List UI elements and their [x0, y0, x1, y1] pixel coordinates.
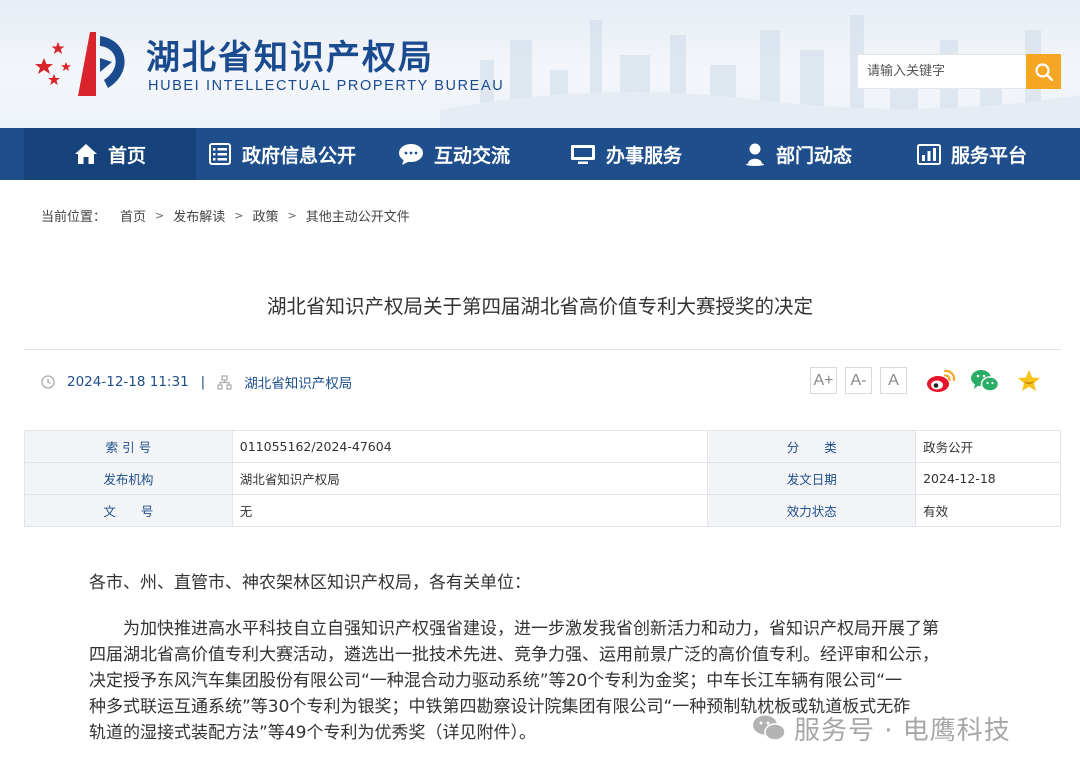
monitor-icon [570, 145, 595, 164]
person-pin-icon [745, 143, 764, 166]
body-line: 四届湖北省高价值专利大赛活动，遴选出一批技术先进、竞争力强、运用前景广泛的高价值… [89, 645, 939, 665]
nav-item-gov-info[interactable]: 政府信息公开 [196, 128, 368, 180]
table-row: 文 号 无 效力状态 有效 [24, 494, 1061, 527]
index-number-value: 011055162/2024-47604 [231, 430, 709, 463]
document-info-table: 索 引 号 011055162/2024-47604 分 类 政务公开 发布机构… [24, 430, 1061, 527]
breadcrumb-release[interactable]: 发布解读 [173, 206, 225, 225]
breadcrumb-separator: > [287, 209, 297, 222]
weibo-share-button[interactable] [926, 366, 956, 396]
favorite-star-icon [1018, 370, 1040, 391]
article-source: 湖北省知识产权局 [244, 376, 353, 392]
breadcrumb-separator: > [155, 209, 165, 222]
issuer-label: 发布机构 [24, 462, 233, 495]
breadcrumb-home[interactable]: 首页 [120, 206, 146, 225]
table-row: 索 引 号 011055162/2024-47604 分 类 政务公开 [24, 430, 1061, 463]
bureau-logo-icon [35, 32, 125, 96]
search-icon [1034, 62, 1053, 81]
document-number-value: 无 [231, 494, 709, 527]
search-button[interactable] [1026, 54, 1061, 89]
font-size-controls: A+ A- A [810, 367, 907, 394]
article-title: 湖北省知识产权局关于第四届湖北省高价值专利大赛授奖的决定 [266, 295, 813, 318]
org-icon [217, 374, 232, 390]
nav-label: 政府信息公开 [241, 144, 356, 167]
publish-datetime: 2024-12-18 11:31 [67, 374, 189, 390]
breadcrumb-prefix: 当前位置： [41, 210, 107, 225]
title-divider [24, 349, 1061, 350]
document-list-icon [208, 143, 231, 165]
wechat-watermark: 服务号 · 电鹰科技 [752, 710, 1011, 746]
search-box [857, 54, 1061, 89]
nav-label: 服务平台 [950, 144, 1027, 167]
chat-bubble-icon [398, 144, 423, 165]
breadcrumb-separator: > [234, 209, 244, 222]
breadcrumb-other-files[interactable]: 其他主动公开文件 [306, 206, 410, 225]
main-nav: 首页 政府信息公开 互动交流 办事服务 部门动态 服务平台 [0, 128, 1080, 180]
home-icon [74, 144, 97, 164]
nav-item-service-platform[interactable]: 服务平台 [884, 128, 1060, 180]
breadcrumb-policy[interactable]: 政策 [252, 206, 278, 225]
nav-item-services[interactable]: 办事服务 [540, 128, 712, 180]
share-bar [926, 366, 1044, 396]
wechat-watermark-icon [753, 715, 786, 741]
article-meta: 2024-12-18 11:31 | 湖北省知识产权局 [41, 370, 352, 394]
nav-item-department-news[interactable]: 部门动态 [712, 128, 884, 180]
index-number-label: 索 引 号 [24, 430, 233, 463]
body-line: 决定授予东风汽车集团股份有限公司“一种混合动力驱动系统”等20个专利为金奖；中车… [89, 671, 903, 691]
nav-item-interaction[interactable]: 互动交流 [368, 128, 540, 180]
site-title[interactable]: 湖北省知识产权局 [146, 30, 434, 79]
issue-date-label: 发文日期 [707, 462, 917, 495]
nav-label: 部门动态 [775, 144, 852, 167]
category-value: 政务公开 [915, 430, 1061, 463]
font-increase-button[interactable]: A+ [810, 367, 837, 394]
bar-chart-icon [916, 144, 941, 165]
nav-item-home[interactable]: 首页 [24, 128, 196, 180]
table-row: 发布机构 湖北省知识产权局 发文日期 2024-12-18 [24, 462, 1061, 495]
wechat-share-button[interactable] [970, 366, 1000, 396]
weibo-icon [927, 369, 956, 392]
watermark-text: 服务号 · 电鹰科技 [794, 715, 1011, 746]
validity-status-value: 有效 [915, 494, 1061, 527]
clock-icon [41, 375, 55, 389]
validity-status-label: 效力状态 [707, 494, 917, 527]
meta-separator: | [200, 374, 206, 390]
font-decrease-button[interactable]: A- [845, 367, 872, 394]
search-input[interactable] [858, 55, 1028, 88]
document-number-label: 文 号 [24, 494, 233, 527]
category-label: 分 类 [707, 430, 917, 463]
wechat-icon [971, 370, 1000, 392]
issuer-value: 湖北省知识产权局 [231, 462, 709, 495]
site-subtitle: HUBEI INTELLECTUAL PROPERTY BUREAU [148, 78, 505, 94]
font-default-button[interactable]: A [880, 367, 907, 394]
body-line: 为加快推进高水平科技自立自强知识产权强省建设，进一步激发我省创新活力和动力，省知… [123, 619, 939, 639]
favorite-button[interactable] [1014, 366, 1044, 396]
nav-label: 办事服务 [605, 144, 682, 167]
breadcrumb: 当前位置： 首页 > 发布解读 > 政策 > 其他主动公开文件 [41, 206, 410, 225]
nav-label: 首页 [107, 144, 146, 167]
issue-date-value: 2024-12-18 [915, 462, 1061, 495]
site-header: 湖北省知识产权局 HUBEI INTELLECTUAL PROPERTY BUR… [0, 0, 1080, 128]
nav-label: 互动交流 [433, 144, 510, 167]
body-greeting: 各市、州、直管市、神农架林区知识产权局，各有关单位： [89, 573, 531, 593]
